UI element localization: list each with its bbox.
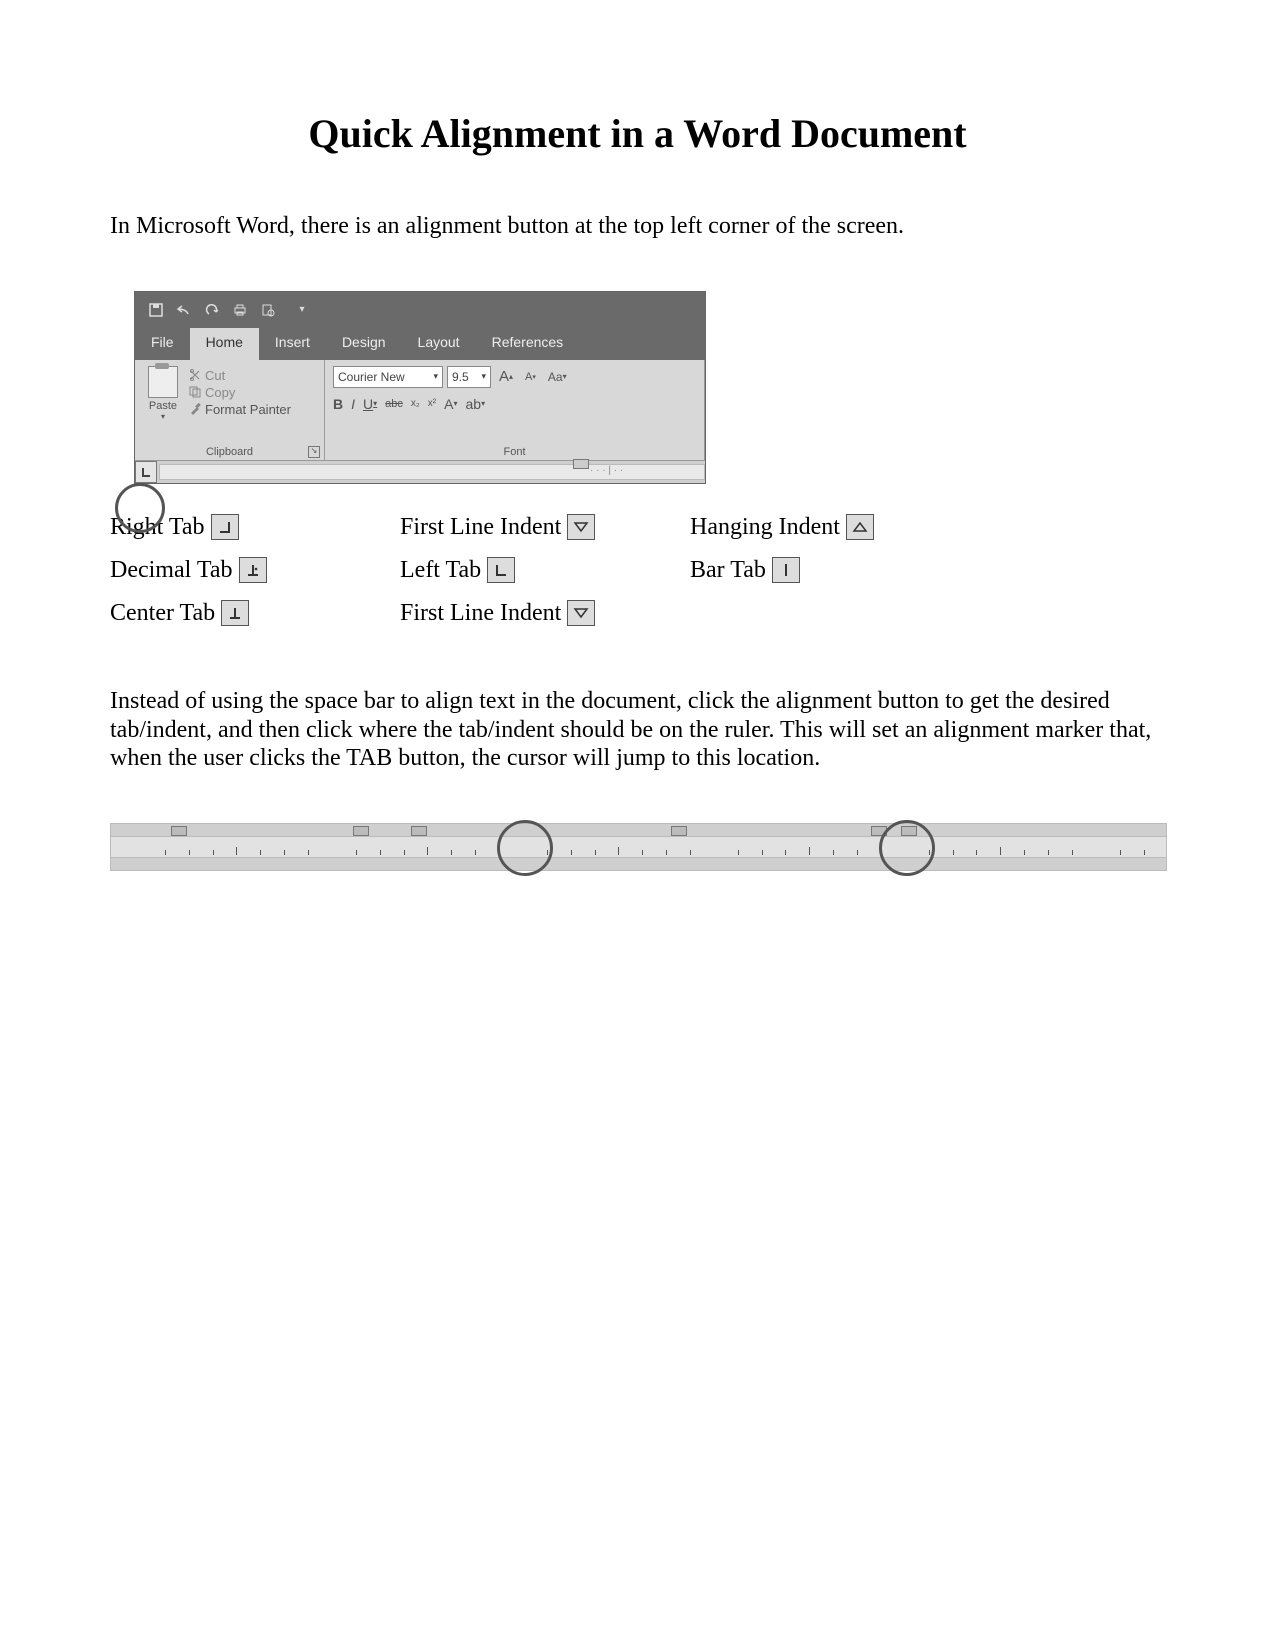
scissors-icon <box>189 369 201 381</box>
tab-insert[interactable]: Insert <box>259 328 326 360</box>
legend-left-tab-label: Left Tab <box>400 557 481 584</box>
tab-stop-marker-4-icon[interactable] <box>871 826 887 836</box>
copy-button[interactable]: Copy <box>189 385 291 400</box>
left-tab-icon <box>487 557 515 583</box>
tab-file[interactable]: File <box>135 328 190 360</box>
legend-hanging-indent-label: Hanging Indent <box>690 514 840 541</box>
paste-label: Paste <box>143 400 183 412</box>
copy-icon <box>189 386 201 398</box>
grow-font-button[interactable]: A▴ <box>495 367 517 387</box>
hanging-indent-icon <box>846 514 874 540</box>
font-size-select[interactable]: 9.5▾ <box>447 366 491 388</box>
copy-label: Copy <box>205 385 235 400</box>
font-group-label: Font <box>325 446 704 458</box>
clipboard-group-label: Clipboard <box>135 446 324 458</box>
tab-home[interactable]: Home <box>190 328 259 360</box>
quick-access-toolbar: ▾ <box>135 292 705 328</box>
legend-decimal-tab: Decimal Tab <box>110 557 400 584</box>
cut-label: Cut <box>205 368 225 383</box>
right-tab-icon <box>211 514 239 540</box>
center-tab-icon <box>221 600 249 626</box>
ribbon-tabs: File Home Insert Design Layout Reference… <box>135 328 705 360</box>
brush-icon <box>189 403 201 415</box>
bold-button[interactable]: B <box>333 396 343 412</box>
customize-qat-icon[interactable]: ▾ <box>293 301 311 319</box>
tab-stop-marker-5-icon[interactable] <box>901 826 917 836</box>
legend-left-tab: Left Tab <box>400 557 690 584</box>
full-ruler[interactable]: 12345 <box>110 823 1167 871</box>
legend-bar-tab: Bar Tab <box>690 557 890 584</box>
tab-types-legend: Right Tab First Line Indent Hanging Inde… <box>110 514 880 627</box>
word-ribbon-screenshot: ▾ File Home Insert Design Layout Referen… <box>110 291 710 484</box>
legend-decimal-tab-label: Decimal Tab <box>110 557 233 584</box>
font-name-value: Courier New <box>338 370 405 384</box>
clipboard-launcher-icon[interactable]: ↘ <box>308 446 320 458</box>
indent-marker-icon[interactable] <box>573 459 589 469</box>
first-line-indent-2-icon <box>567 600 595 626</box>
underline-button[interactable]: U▾ <box>363 396 377 412</box>
quick-print-icon[interactable] <box>231 301 249 319</box>
legend-right-tab: Right Tab <box>110 514 400 541</box>
legend-hanging-indent: Hanging Indent <box>690 514 890 541</box>
mini-ruler[interactable]: · · · | · · <box>159 464 705 480</box>
page-title: Quick Alignment in a Word Document <box>110 110 1165 157</box>
tab-stop-marker-1-icon[interactable] <box>353 826 369 836</box>
font-group: Courier New▾ 9.5▾ A▴ A▾ Aa▾ B I U▾ abc <box>325 360 705 460</box>
print-preview-icon[interactable] <box>259 301 277 319</box>
legend-right-tab-label: Right Tab <box>110 514 205 541</box>
paste-icon <box>148 366 178 398</box>
full-ruler-figure: 12345 <box>110 823 1165 871</box>
highlight-button[interactable]: ab▾ <box>466 396 486 412</box>
font-name-select[interactable]: Courier New▾ <box>333 366 443 388</box>
format-painter-button[interactable]: Format Painter <box>189 402 291 417</box>
italic-button[interactable]: I <box>351 396 355 412</box>
tab-design[interactable]: Design <box>326 328 402 360</box>
tab-selector-button[interactable] <box>135 461 157 483</box>
decimal-tab-icon <box>239 557 267 583</box>
paste-button[interactable]: Paste ▾ <box>143 366 183 444</box>
shrink-font-button[interactable]: A▾ <box>521 367 540 387</box>
font-size-value: 9.5 <box>452 370 469 384</box>
tab-stop-marker-2-icon[interactable] <box>411 826 427 836</box>
cut-button[interactable]: Cut <box>189 368 291 383</box>
legend-first-line-indent-label: First Line Indent <box>400 514 561 541</box>
strikethrough-button[interactable]: abc <box>385 396 403 412</box>
tab-stop-marker-3-icon[interactable] <box>671 826 687 836</box>
legend-bar-tab-label: Bar Tab <box>690 557 766 584</box>
redo-icon[interactable] <box>203 301 221 319</box>
text-effects-button[interactable]: A▾ <box>444 396 457 412</box>
legend-first-line-indent-2: First Line Indent <box>400 600 690 627</box>
legend-center-tab: Center Tab <box>110 600 400 627</box>
legend-center-tab-label: Center Tab <box>110 600 215 627</box>
save-icon[interactable] <box>147 301 165 319</box>
tab-layout[interactable]: Layout <box>402 328 476 360</box>
intro-paragraph: In Microsoft Word, there is an alignment… <box>110 212 1165 241</box>
superscript-button[interactable]: x² <box>428 396 436 412</box>
clipboard-group: Paste ▾ Cut <box>135 360 325 460</box>
change-case-button[interactable]: Aa▾ <box>544 367 571 387</box>
mini-ruler-row: · · · | · · <box>135 460 705 483</box>
explain-paragraph: Instead of using the space bar to align … <box>110 687 1165 773</box>
format-painter-label: Format Painter <box>205 402 291 417</box>
bar-tab-icon <box>772 557 800 583</box>
left-tab-icon <box>139 465 153 479</box>
first-line-indent-icon <box>567 514 595 540</box>
first-line-indent-marker-icon[interactable] <box>171 826 187 836</box>
legend-first-line-indent-2-label: First Line Indent <box>400 600 561 627</box>
subscript-button[interactable]: x₂ <box>411 396 420 412</box>
legend-first-line-indent: First Line Indent <box>400 514 690 541</box>
tab-references[interactable]: References <box>476 328 580 360</box>
undo-icon[interactable] <box>175 301 193 319</box>
